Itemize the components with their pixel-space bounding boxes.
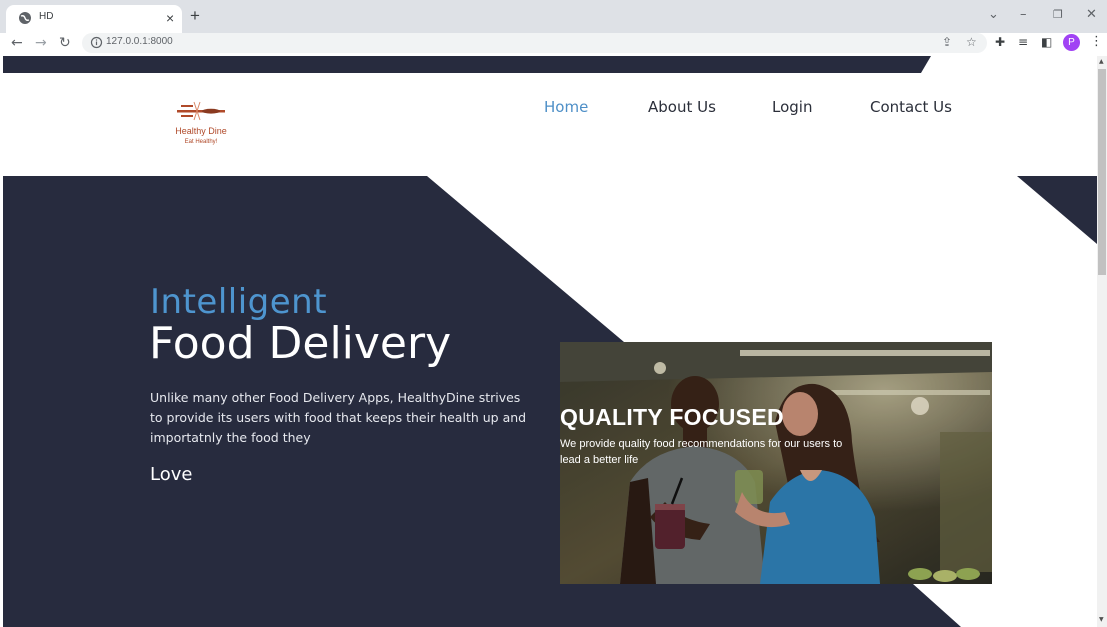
side-panel-icon[interactable]: ◧ <box>1041 35 1052 49</box>
logo-name: Healthy Dine <box>175 126 227 136</box>
hero-description: Unlike many other Food Delivery Apps, He… <box>150 390 527 445</box>
scrollbar-thumb[interactable] <box>1098 69 1106 275</box>
reload-icon[interactable]: ↻ <box>59 35 71 51</box>
address-bar[interactable]: 127.0.0.1:8000 ⇪ ☆ <box>82 33 987 53</box>
nav-contact-us[interactable]: Contact Us <box>870 98 952 116</box>
nav-about-us[interactable]: About Us <box>648 98 716 116</box>
nav-home[interactable]: Home <box>544 98 588 116</box>
fork-logo-icon <box>177 101 225 121</box>
scroll-up-arrow-icon[interactable]: ▲ <box>1099 58 1104 65</box>
tab-close-button[interactable]: × <box>166 9 174 27</box>
feature-photo: QUALITY FOCUSED We provide quality food … <box>560 342 992 584</box>
bookmark-star-icon[interactable]: ☆ <box>966 35 977 49</box>
restore-icon[interactable]: ❐ <box>1053 8 1063 22</box>
minimize-icon[interactable]: – <box>1020 8 1027 22</box>
profile-avatar[interactable]: P <box>1063 34 1080 51</box>
tab-title: HD <box>39 11 54 22</box>
share-icon[interactable]: ⇪ <box>942 35 952 49</box>
site-info-icon[interactable] <box>90 36 103 49</box>
logo-tagline: Eat Healthy! <box>184 139 218 145</box>
browser-toolbar: ← → ↻ 127.0.0.1:8000 ⇪ ☆ ✚ ≡ ◧ P ⋮ <box>0 33 1107 55</box>
url-text: 127.0.0.1:8000 <box>106 36 173 47</box>
reading-list-icon[interactable]: ≡ <box>1018 35 1028 49</box>
tab-strip: HD × + ⌄ – ❐ ✕ <box>0 0 1107 33</box>
scroll-down-arrow-icon[interactable]: ▼ <box>1099 616 1104 623</box>
close-icon[interactable]: ✕ <box>1086 8 1097 22</box>
nav-login[interactable]: Login <box>772 98 812 116</box>
feature-text: We provide quality food recommendations … <box>560 438 843 466</box>
tab-search-icon[interactable]: ⌄ <box>988 8 999 22</box>
hero-love-text: Love <box>150 464 193 485</box>
site-logo[interactable]: Healthy Dine Eat Healthy! <box>161 96 241 156</box>
extensions-icon[interactable]: ✚ <box>995 35 1005 49</box>
new-tab-button[interactable]: + <box>190 7 200 25</box>
hero-kicker: Intelligent <box>150 282 328 322</box>
browser-tab[interactable]: HD × <box>6 5 182 33</box>
more-menu-icon[interactable]: ⋮ <box>1090 34 1103 50</box>
page-viewport: Healthy Dine Eat Healthy! Home About Us … <box>3 56 1097 627</box>
forward-icon[interactable]: → <box>35 35 47 51</box>
feature-heading: QUALITY FOCUSED <box>560 404 784 430</box>
hero-title: Food Delivery <box>149 318 452 369</box>
globe-icon <box>19 12 31 24</box>
back-icon[interactable]: ← <box>11 35 23 51</box>
page-scrollbar[interactable]: ▲ ▼ <box>1097 56 1107 627</box>
